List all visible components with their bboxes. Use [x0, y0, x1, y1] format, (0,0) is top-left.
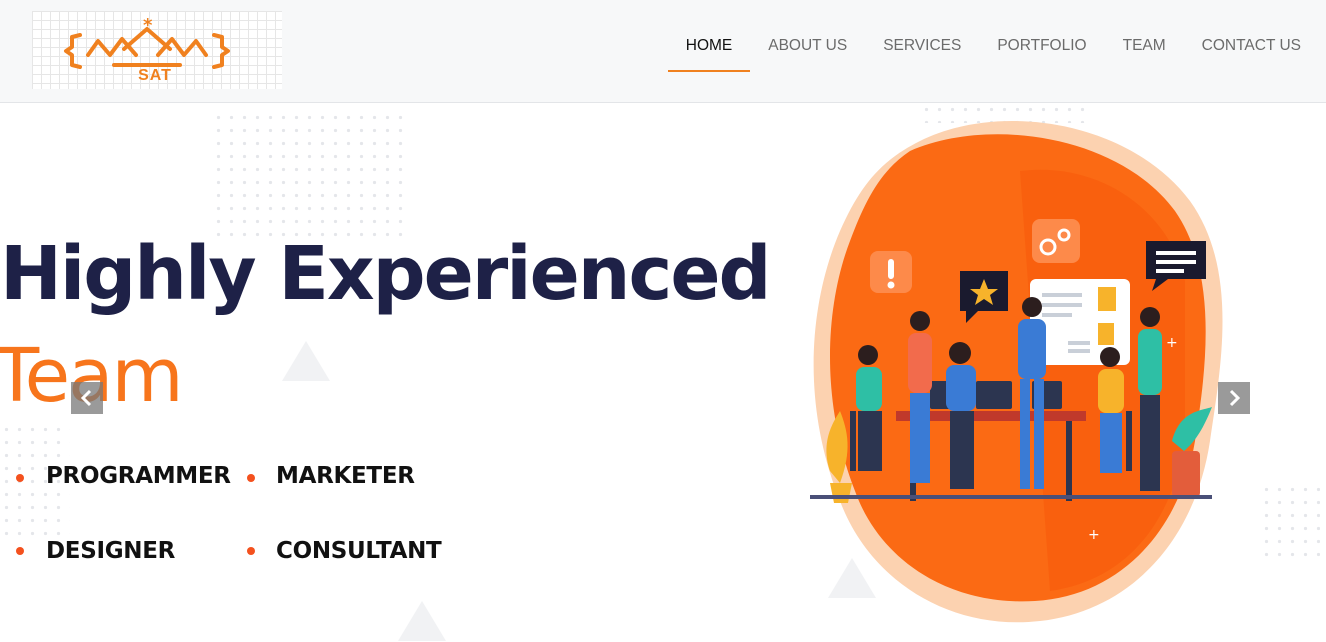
site-header: * SAT HOME ABOUT US SERVICES PORTFOLIO T…: [0, 0, 1326, 103]
chevron-right-icon: [1229, 389, 1241, 407]
nav-portfolio[interactable]: PORTFOLIO: [979, 37, 1104, 72]
decor-triangle: [282, 341, 330, 381]
bullet-dot: [247, 547, 255, 555]
decor-triangle: [398, 601, 446, 641]
role-designer: DESIGNER: [46, 538, 176, 564]
logo-text: SAT: [138, 67, 172, 84]
slider-next-button[interactable]: [1218, 382, 1250, 414]
chevron-left-icon: [80, 389, 92, 407]
bullet-dot: [247, 474, 255, 482]
role-marketer: MARKETER: [276, 463, 415, 489]
site-logo[interactable]: * SAT: [32, 11, 282, 89]
nav-contact-us[interactable]: CONTACT US: [1184, 37, 1301, 72]
hero-slider: Highly Experienced Team PROGRAMMER MARKE…: [0, 103, 1326, 642]
svg-text:+: +: [1088, 527, 1100, 543]
team-illustration: + +: [810, 121, 1223, 623]
main-nav: HOME ABOUT US SERVICES PORTFOLIO TEAM CO…: [667, 37, 1301, 72]
role-consultant: CONSULTANT: [276, 538, 442, 564]
role-programmer: PROGRAMMER: [46, 463, 231, 489]
nav-home[interactable]: HOME: [667, 37, 751, 72]
nav-team[interactable]: TEAM: [1105, 37, 1184, 72]
svg-text:+: +: [1166, 335, 1178, 351]
svg-text:*: *: [143, 15, 153, 36]
nav-services[interactable]: SERVICES: [865, 37, 979, 72]
nav-about-us[interactable]: ABOUT US: [750, 37, 865, 72]
bullet-dot: [16, 547, 24, 555]
hero-headline: Highly Experienced: [0, 231, 772, 317]
decor-dots: [212, 111, 407, 241]
decor-dots: [1260, 483, 1320, 563]
bullet-dot: [16, 474, 24, 482]
slider-prev-button[interactable]: [71, 382, 103, 414]
